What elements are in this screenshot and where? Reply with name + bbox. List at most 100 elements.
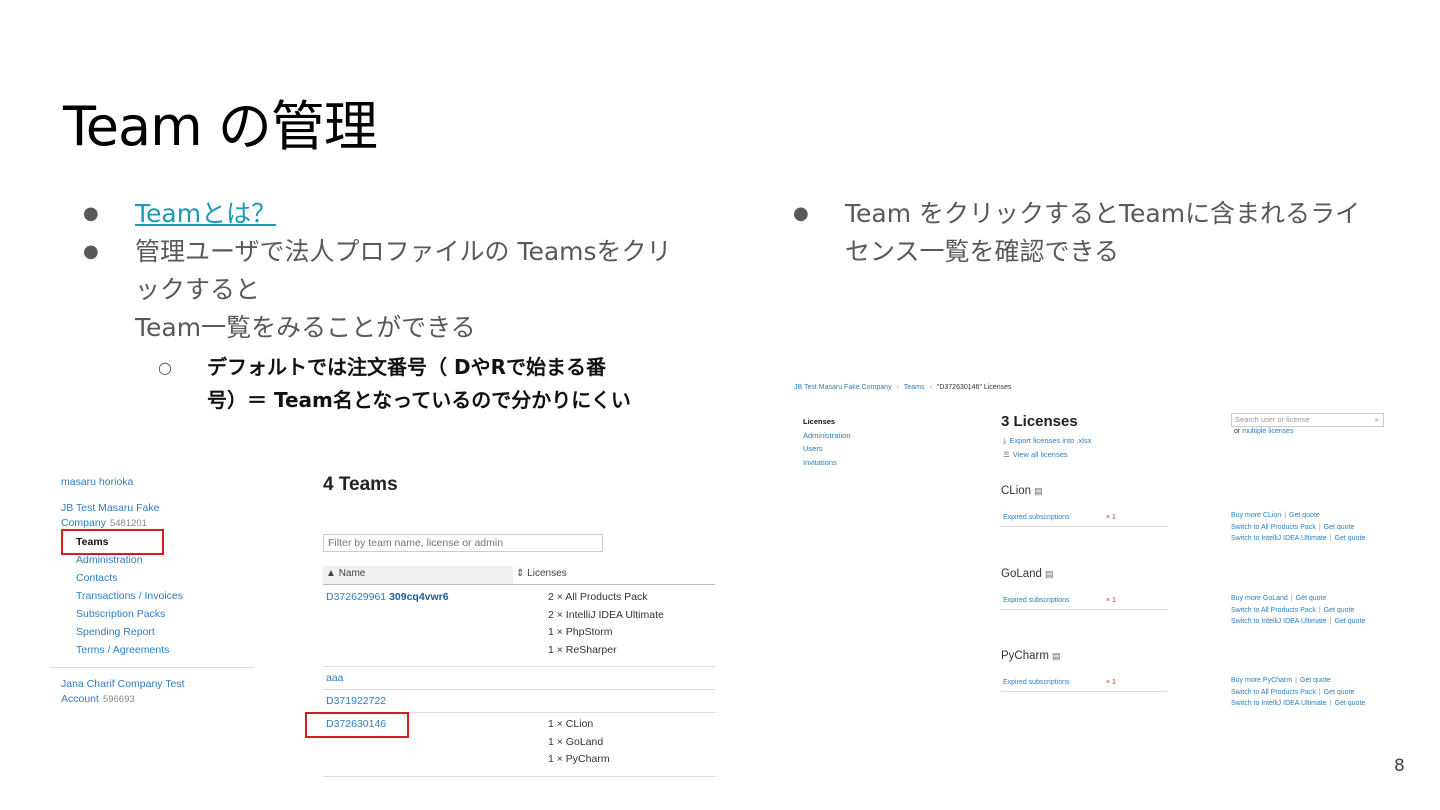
license-item: 1 × ReSharper <box>548 643 617 656</box>
company-id: 5481201 <box>109 518 147 529</box>
switch-link[interactable]: Switch to All Products Pack <box>1231 524 1316 531</box>
license-item: 2 × All Products Pack <box>548 591 648 603</box>
right-bullet-list: ● Team をクリックするとTeamに含まれるライ センス一覧を確認できる <box>790 195 1370 271</box>
hollow-bullet-icon: ○ <box>158 358 172 377</box>
license-item: 1 × PyCharm <box>548 753 610 765</box>
breadcrumb: JB Test Masaru Fake Company › Teams › "D3726… <box>794 384 1011 391</box>
export-licenses-link[interactable]: ⤓ Export licenses into .xlsx <box>1003 436 1091 446</box>
buy-more-link[interactable]: Buy more PyCharm <box>1231 677 1292 684</box>
list-icon: ☰ <box>1003 450 1010 459</box>
breadcrumb-teams[interactable]: Teams <box>904 384 925 391</box>
nav-item-subscription-packs[interactable]: Subscription Packs <box>76 605 183 623</box>
company-link[interactable]: JB Test Masaru Fake Company 5481201 <box>61 501 201 531</box>
license-item: 1 × GoLand <box>548 735 604 748</box>
sort-asc-icon: ▲ <box>326 568 339 579</box>
book-icon: ▤ <box>1034 486 1043 496</box>
nav-item-invitations[interactable]: Invitations <box>803 456 851 470</box>
expired-subscriptions-link[interactable]: Expired subscriptions <box>1003 679 1070 686</box>
licenses-column-header[interactable]: ⇕ Licenses <box>513 566 715 584</box>
get-quote-link[interactable]: Get quote <box>1296 595 1327 602</box>
teams-heading: 4 Teams <box>323 474 398 495</box>
team-licenses: 2 × All Products Pack 2 × IntelliJ IDEA … <box>548 589 664 659</box>
bullet-text: 管理ユーザで法人プロファイルの Teamsをクリックすると <box>135 237 672 304</box>
search-placeholder: Search user or license <box>1235 415 1310 424</box>
expired-subscriptions-link[interactable]: Expired subscriptions <box>1003 597 1070 604</box>
breadcrumb-company[interactable]: JB Test Masaru Fake Company <box>794 384 892 391</box>
nav-item-transactions[interactable]: Transactions / Invoices <box>76 587 183 605</box>
name-column-header[interactable]: ▲ Name <box>323 566 513 584</box>
switch-link[interactable]: Switch to IntelliJ IDEA Ultimate <box>1231 618 1327 625</box>
team-alias: 309cq4vwr6 <box>389 591 449 603</box>
download-icon: ⤓ <box>1003 436 1007 445</box>
team-nav: Licenses Administration Users Invitation… <box>803 415 851 469</box>
breadcrumb-current: "D372630146" Licenses <box>936 384 1012 391</box>
left-bullet-list: ● Teamとは？ ● 管理ユーザで法人プロファイルの Teamsをクリックする… <box>80 195 680 417</box>
team-row-link[interactable]: aaa <box>326 672 344 684</box>
team-filter-input[interactable] <box>323 534 603 552</box>
get-quote-link[interactable]: Get quote <box>1335 535 1366 542</box>
team-row-link[interactable]: D371922722 <box>326 695 386 707</box>
chevron-right-icon: › <box>929 384 932 391</box>
switch-link[interactable]: Switch to IntelliJ IDEA Ultimate <box>1231 700 1327 707</box>
product-divider <box>1001 526 1167 527</box>
get-quote-link[interactable]: Get quote <box>1324 689 1355 696</box>
bullet-dot-icon: ● <box>793 203 809 224</box>
teams-highlight-box <box>61 529 164 555</box>
header-divider <box>323 584 715 585</box>
book-icon: ▤ <box>1051 651 1061 661</box>
multiple-licenses-link[interactable]: multiple licenses <box>1242 428 1293 435</box>
name-header-label: Name <box>338 568 366 579</box>
slide-title: Team の管理 <box>63 95 378 158</box>
sub-bullet-line2: 号）＝ Team名となっているので分かりにくい <box>207 388 631 412</box>
teams-screenshot: masaru horioka JB Test Masaru Fake Compa… <box>48 470 728 790</box>
page-number: 8 <box>1394 756 1405 776</box>
product-divider <box>1001 691 1167 692</box>
bullet-dot-icon: ● <box>83 203 99 224</box>
company2-link[interactable]: Jana Charif Company Test Account 596693 <box>61 677 221 707</box>
bullet-text-line2: センス一覧を確認できる <box>845 237 1120 266</box>
nav-item-users[interactable]: Users <box>803 442 851 456</box>
nav-item-terms[interactable]: Terms / Agreements <box>76 641 183 659</box>
licenses-screenshot: JB Test Masaru Fake Company › Teams › "D3726… <box>790 380 1410 720</box>
team-id: D372629961 <box>326 591 387 603</box>
product-name: GoLand ▤ <box>1001 568 1053 580</box>
license-item: 2 × IntelliJ IDEA Ultimate <box>548 608 664 621</box>
sort-icon: ⇕ <box>516 568 528 579</box>
get-quote-link[interactable]: Get quote <box>1324 524 1355 531</box>
get-quote-link[interactable]: Get quote <box>1300 677 1331 684</box>
product-actions: Buy more PyCharm | Get quote Switch to All… <box>1231 677 1366 707</box>
switch-link[interactable]: Switch to All Products Pack <box>1231 689 1316 696</box>
get-quote-link[interactable]: Get quote <box>1289 512 1320 519</box>
export-label: Export licenses into .xlsx <box>1009 436 1092 445</box>
expired-count: × 1 <box>1106 514 1116 521</box>
nav-item-spending-report[interactable]: Spending Report <box>76 623 183 641</box>
team-definition-link[interactable]: Teamとは？ <box>135 199 276 228</box>
expired-subscriptions-link[interactable]: Expired subscriptions <box>1003 514 1070 521</box>
view-all-label: View all licenses <box>1012 450 1068 459</box>
expired-count: × 1 <box>1106 597 1116 604</box>
product-title: CLion <box>1001 485 1032 497</box>
team-highlight-box <box>305 712 409 738</box>
switch-link[interactable]: Switch to All Products Pack <box>1231 607 1316 614</box>
bullet-item: ● Teamとは？ <box>80 195 680 233</box>
team-row-link[interactable]: D372629961 309cq4vwr6 <box>326 591 449 603</box>
nav-item-licenses[interactable]: Licenses <box>803 415 851 429</box>
switch-link[interactable]: Switch to IntelliJ IDEA Ultimate <box>1231 535 1327 542</box>
row-divider <box>323 666 715 667</box>
nav-item-contacts[interactable]: Contacts <box>76 569 183 587</box>
get-quote-link[interactable]: Get quote <box>1335 700 1366 707</box>
license-item: 1 × CLion <box>548 718 594 730</box>
product-actions: Buy more GoLand | Get quote Switch to All … <box>1231 595 1366 625</box>
get-quote-link[interactable]: Get quote <box>1324 607 1355 614</box>
buy-more-link[interactable]: Buy more CLion <box>1231 512 1281 519</box>
license-search-input[interactable]: Search user or license ⌕ <box>1231 413 1384 427</box>
buy-more-link[interactable]: Buy more GoLand <box>1231 595 1288 602</box>
view-all-licenses-link[interactable]: ☰ View all licenses <box>1003 450 1068 459</box>
product-actions: Buy more CLion | Get quote Switch to All P… <box>1231 512 1366 542</box>
team-licenses: 1 × CLion 1 × GoLand 1 × PyCharm <box>548 716 610 769</box>
licenses-heading: 3 Licenses <box>1001 413 1078 430</box>
get-quote-link[interactable]: Get quote <box>1335 618 1366 625</box>
account-user-link[interactable]: masaru horioka <box>61 476 133 488</box>
product-name: PyCharm ▤ <box>1001 650 1060 662</box>
nav-item-administration[interactable]: Administration <box>803 429 851 443</box>
